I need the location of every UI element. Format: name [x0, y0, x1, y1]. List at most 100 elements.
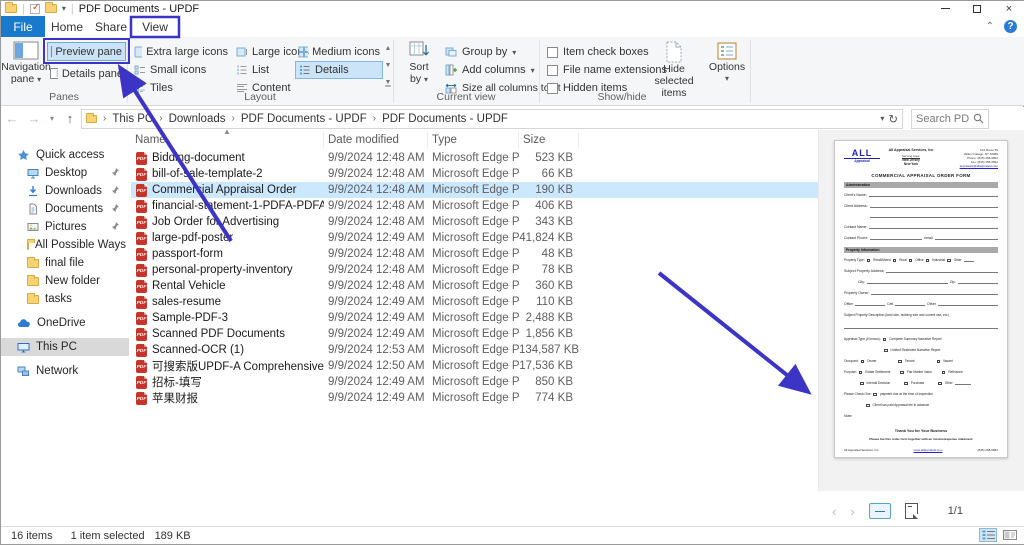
next-page-icon[interactable]: › — [850, 504, 854, 519]
file-row[interactable]: passport-form9/9/2024 12:48 AMMicrosoft … — [131, 246, 818, 262]
selection-size: 189 KB — [155, 530, 191, 542]
file-name: 可搜索版UPDF-A Comprehensive AI-Po... — [152, 358, 324, 374]
file-row-selected[interactable]: Commercial Appraisal Order9/9/2024 12:48… — [131, 182, 818, 198]
file-row[interactable]: Sample-PDF-39/9/2024 12:49 AMMicrosoft E… — [131, 310, 818, 326]
address-box[interactable]: › This PC › Downloads › PDF Documents - … — [81, 109, 903, 129]
file-row[interactable]: 苹果财报9/9/2024 12:49 AMMicrosoft Edge P...… — [131, 390, 818, 406]
previous-page-icon[interactable]: ‹ — [832, 504, 836, 519]
layout-extra-large-icons[interactable]: Extra large icons — [131, 43, 231, 61]
options-button[interactable]: Options ▾ — [707, 41, 747, 85]
gallery-scroll-down-icon[interactable]: ▼ — [382, 62, 394, 70]
ribbon: Navigation pane ▾ Preview pane Details p… — [1, 37, 1024, 106]
chevron-down-icon: ▾ — [424, 75, 428, 84]
sidebar-item-pictures[interactable]: Pictures — [1, 218, 129, 236]
sidebar-item-this-pc[interactable]: This PC — [1, 338, 129, 356]
qat-new-folder-icon[interactable] — [45, 4, 57, 13]
maximize-button[interactable] — [961, 1, 993, 16]
file-row[interactable]: Scanned PDF Documents9/9/2024 12:49 AMMi… — [131, 326, 818, 342]
column-header-size[interactable]: Size — [519, 132, 579, 148]
status-bar: 16 items 1 item selected 189 KB — [1, 526, 1024, 544]
minimize-button[interactable] — [929, 1, 961, 16]
sidebar-item-folder[interactable]: All Possible Ways to — [1, 236, 129, 254]
sidebar-item-folder[interactable]: tasks — [1, 290, 129, 308]
layout-small-icons[interactable]: Small icons — [131, 61, 231, 79]
chevron-down-icon: ▾ — [725, 73, 729, 85]
pdf-file-icon — [136, 216, 147, 229]
chevron-down-icon: ▾ — [512, 48, 516, 57]
file-row[interactable]: Bidding-document9/9/2024 12:48 AMMicroso… — [131, 150, 818, 166]
preview-pane-button[interactable]: Preview pane — [47, 42, 126, 61]
sidebar-item-network[interactable]: Network — [1, 362, 129, 380]
search-box[interactable]: Search PD... — [911, 109, 989, 129]
tab-view[interactable]: View — [133, 16, 177, 37]
sidebar-item-folder[interactable]: final file — [1, 254, 129, 272]
file-row[interactable]: Rental Vehicle9/9/2024 12:48 AMMicrosoft… — [131, 278, 818, 294]
file-row[interactable]: Job Order for Advertising9/9/2024 12:48 … — [131, 214, 818, 230]
sidebar-item-folder[interactable]: New folder — [1, 272, 129, 290]
file-name: Job Order for Advertising — [152, 216, 279, 228]
pdf-file-icon — [136, 248, 147, 261]
sidebar-item-desktop[interactable]: Desktop — [1, 164, 129, 182]
layout-details[interactable]: Details — [295, 61, 383, 79]
breadcrumb-folder[interactable]: PDF Documents - UPDF — [241, 113, 367, 125]
up-icon[interactable]: ↑ — [59, 111, 81, 126]
forward-icon[interactable]: → — [23, 111, 45, 126]
fit-page-icon[interactable] — [905, 503, 918, 519]
pdf-file-icon — [136, 392, 147, 405]
column-headers: ▲ Name Date modified Type Size — [131, 130, 818, 150]
collapse-ribbon-icon[interactable]: ⌃ — [986, 21, 994, 32]
sort-ascending-icon: ▲ — [223, 127, 231, 136]
breadcrumb-this-pc[interactable]: This PC — [112, 113, 153, 125]
column-header-type[interactable]: Type — [428, 132, 519, 148]
file-name: sales-resume — [152, 296, 221, 308]
sidebar-item-onedrive[interactable]: OneDrive — [1, 314, 129, 332]
tab-file[interactable]: File — [1, 16, 45, 37]
sidebar-item-quick-access[interactable]: Quick access — [1, 146, 129, 164]
file-name: Bidding-document — [152, 152, 245, 164]
breadcrumb-downloads[interactable]: Downloads — [169, 113, 226, 125]
layout-medium-icons[interactable]: Medium icons — [295, 43, 383, 61]
title-bar: | ▾ | PDF Documents - UPDF × — [1, 1, 1024, 16]
file-row[interactable]: large-pdf-poster9/9/2024 12:49 AMMicroso… — [131, 230, 818, 246]
pdf-file-icon — [136, 328, 147, 341]
file-row[interactable]: personal-property-inventory9/9/2024 12:4… — [131, 262, 818, 278]
recent-locations-icon[interactable]: ▾ — [45, 114, 59, 123]
search-placeholder: Search PD... — [916, 113, 970, 125]
file-row[interactable]: 可搜索版UPDF-A Comprehensive AI-Po...9/9/202… — [131, 358, 818, 374]
refresh-icon[interactable]: ↻ — [888, 112, 898, 126]
file-row[interactable]: bill-of-sale-template-29/9/2024 12:48 AM… — [131, 166, 818, 182]
qat-customize-caret-icon[interactable]: ▾ — [62, 4, 66, 13]
file-row[interactable]: sales-resume9/9/2024 12:49 AMMicrosoft E… — [131, 294, 818, 310]
file-row[interactable]: financial-statement-1-PDFA-PDFA(1)9/9/20… — [131, 198, 818, 214]
sort-by-button[interactable]: Sort by ▾ — [399, 41, 439, 86]
details-pane-button[interactable]: Details pane — [47, 64, 126, 83]
item-count: 16 items — [11, 530, 53, 542]
close-button[interactable]: × — [993, 1, 1024, 16]
sidebar-item-downloads[interactable]: Downloads — [1, 182, 129, 200]
file-row[interactable]: Scanned-OCR (1)9/9/2024 12:53 AMMicrosof… — [131, 342, 818, 358]
navigation-pane-button[interactable]: Navigation pane ▾ — [5, 41, 47, 86]
gallery-scroll-up-icon[interactable]: ▲ — [382, 45, 394, 53]
tab-share[interactable]: Share — [89, 16, 133, 37]
back-icon[interactable]: ← — [1, 111, 23, 126]
chevron-down-icon: ▾ — [531, 66, 535, 75]
details-view-toggle-icon[interactable] — [979, 528, 997, 542]
file-row[interactable]: 招标-填写9/9/2024 12:49 AMMicrosoft Edge P..… — [131, 374, 818, 390]
thumbnail-view-toggle-icon[interactable] — [1001, 528, 1019, 542]
column-header-date-modified[interactable]: Date modified — [324, 132, 428, 148]
page-indicator: 1/1 — [948, 505, 963, 517]
group-by-button[interactable]: Group by▾ — [445, 44, 516, 60]
folder-icon — [27, 295, 39, 304]
add-columns-button[interactable]: Add columns▾ — [445, 62, 535, 78]
help-icon[interactable]: ? — [1004, 20, 1017, 33]
document-icon — [27, 203, 39, 215]
address-dropdown-icon[interactable]: ▾ — [880, 114, 884, 123]
fit-width-icon[interactable] — [869, 503, 891, 519]
item-check-boxes-checkbox[interactable]: Item check boxes — [547, 44, 649, 60]
qat-properties-icon[interactable] — [30, 4, 40, 14]
tab-home[interactable]: Home — [45, 16, 89, 37]
breadcrumb-folder-current[interactable]: PDF Documents - UPDF — [382, 113, 508, 125]
pictures-icon — [27, 221, 39, 233]
sidebar-item-documents[interactable]: Documents — [1, 200, 129, 218]
this-pc-icon — [17, 341, 30, 353]
